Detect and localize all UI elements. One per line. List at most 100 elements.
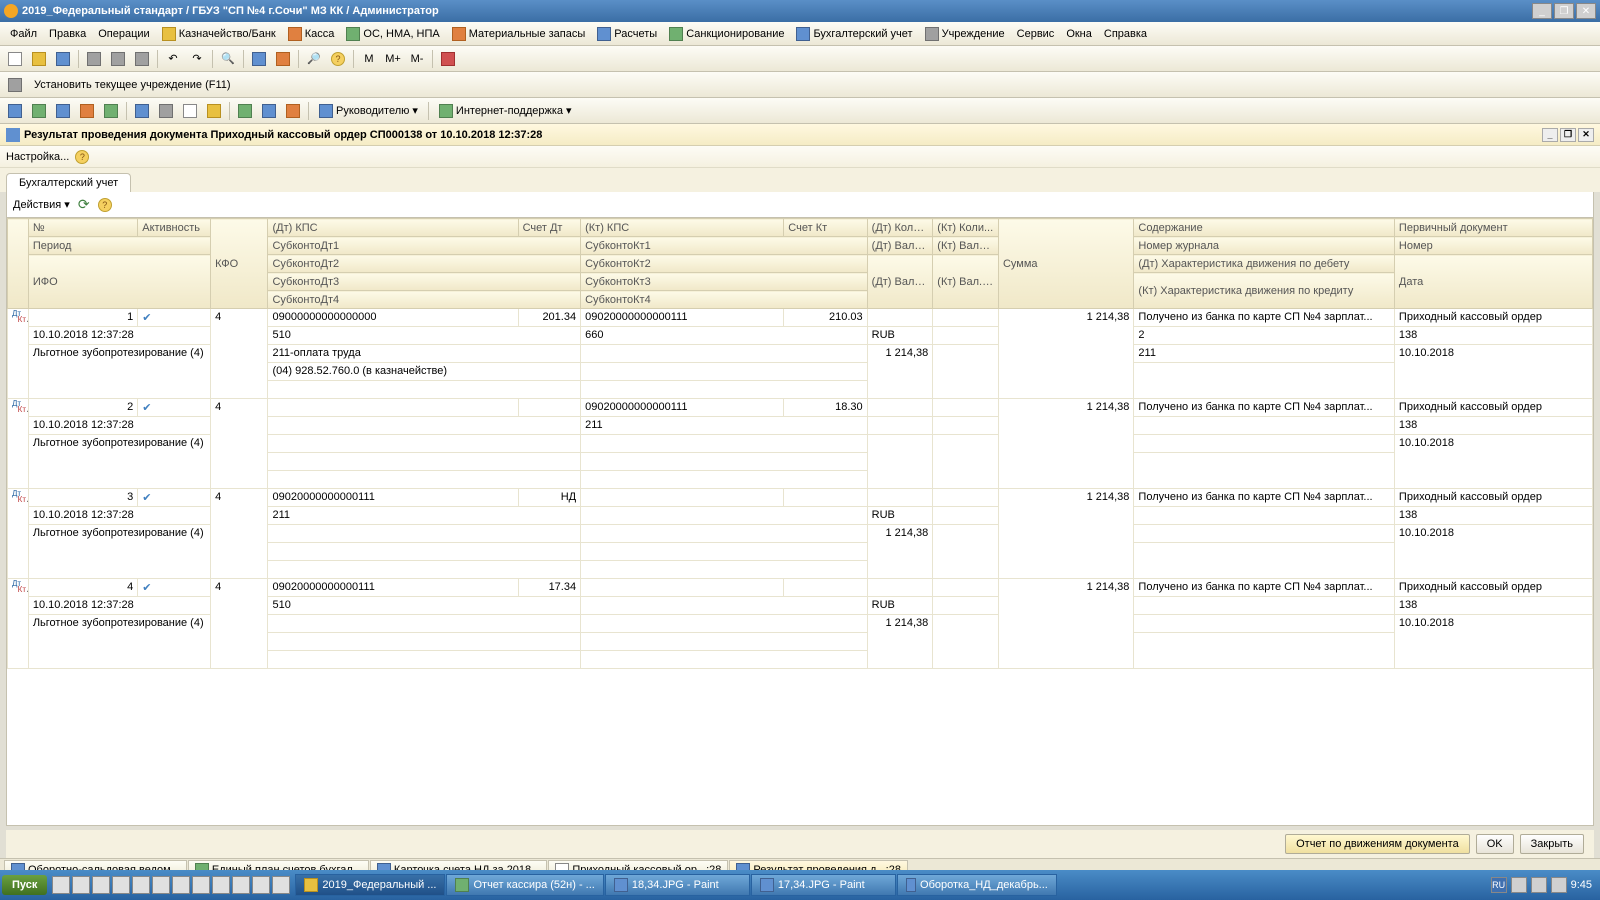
menu-sanction[interactable]: Санкционирование: [663, 25, 790, 43]
cell[interactable]: 2: [28, 399, 137, 417]
tb-r8[interactable]: [179, 100, 201, 122]
ql-2[interactable]: [72, 876, 90, 894]
cell[interactable]: 4: [211, 579, 268, 669]
cell[interactable]: 10.10.2018 12:37:28: [28, 327, 210, 345]
cell[interactable]: [581, 561, 868, 579]
tb-zoom[interactable]: 🔎: [303, 48, 325, 70]
cell[interactable]: 138: [1394, 327, 1592, 345]
cell[interactable]: 1 214,38: [867, 525, 933, 579]
cell[interactable]: [933, 345, 999, 399]
menu-file[interactable]: Файл: [4, 26, 43, 42]
hdr-subdt1[interactable]: СубконтоДт1: [268, 237, 581, 255]
tb-calc[interactable]: [248, 48, 270, 70]
tb-r7[interactable]: [155, 100, 177, 122]
cell[interactable]: Льготное зубопротезирование (4): [28, 345, 210, 399]
start-button[interactable]: Пуск: [2, 875, 47, 895]
hdr-charkt[interactable]: (Кт) Характеристика движения по кредиту: [1134, 273, 1395, 309]
cell[interactable]: 09000000000000000: [268, 309, 518, 327]
menu-operations[interactable]: Операции: [92, 26, 155, 42]
tb-redo[interactable]: ↷: [186, 48, 208, 70]
cell[interactable]: [1134, 633, 1395, 669]
cell[interactable]: [268, 435, 581, 453]
cell[interactable]: [933, 435, 999, 489]
ql-8[interactable]: [192, 876, 210, 894]
hdr-subkt4[interactable]: СубконтоКт4: [581, 291, 868, 309]
tb-help[interactable]: ?: [327, 48, 349, 70]
hdr-kfo[interactable]: КФО: [211, 219, 268, 309]
tb-undo[interactable]: ↶: [162, 48, 184, 70]
cell[interactable]: [268, 399, 518, 417]
close-button[interactable]: ✕: [1576, 3, 1596, 19]
menu-os[interactable]: ОС, НМА, НПА: [340, 25, 445, 43]
cell[interactable]: 4: [211, 309, 268, 399]
cell[interactable]: 10.10.2018: [1394, 435, 1592, 489]
refresh-icon[interactable]: ⟳: [76, 198, 92, 212]
cell[interactable]: Льготное зубопротезирование (4): [28, 525, 210, 579]
cell[interactable]: [933, 597, 999, 615]
cell[interactable]: [1134, 363, 1395, 399]
cell[interactable]: [268, 453, 581, 471]
cell[interactable]: [933, 579, 999, 597]
cell[interactable]: [933, 507, 999, 525]
cell[interactable]: 1 214,38: [998, 309, 1133, 399]
cell[interactable]: [581, 651, 868, 669]
cell[interactable]: (04) 928.52.760.0 (в казначействе): [268, 363, 581, 381]
tb-r3[interactable]: [52, 100, 74, 122]
menu-treasury[interactable]: Казначейство/Банк: [156, 25, 282, 43]
cell[interactable]: 4: [28, 579, 137, 597]
ql-ie[interactable]: [52, 876, 70, 894]
cell[interactable]: Получено из банка по карте СП №4 зарплат…: [1134, 309, 1395, 327]
cell[interactable]: 10.10.2018: [1394, 615, 1592, 669]
hdr-ktvalsum[interactable]: (Кт) Вал. сумма: [933, 255, 999, 309]
hdr-schetdt[interactable]: Счет Дт: [518, 219, 581, 237]
tray-2[interactable]: [1531, 877, 1547, 893]
tb-r11[interactable]: [258, 100, 280, 122]
cell[interactable]: [867, 417, 933, 435]
cell[interactable]: RUB: [867, 327, 933, 345]
cell[interactable]: 10.10.2018 12:37:28: [28, 507, 210, 525]
cell[interactable]: [1134, 417, 1395, 435]
cell[interactable]: ✔: [138, 309, 211, 327]
cell[interactable]: 211: [1134, 345, 1395, 363]
cell[interactable]: [8, 489, 29, 579]
cell[interactable]: 1 214,38: [998, 489, 1133, 579]
cell[interactable]: [268, 417, 581, 435]
tb-copy[interactable]: [107, 48, 129, 70]
cell[interactable]: [933, 525, 999, 579]
cell[interactable]: Приходный кассовый ордер: [1394, 309, 1592, 327]
cell[interactable]: Получено из банка по карте СП №4 зарплат…: [1134, 579, 1395, 597]
tray-lang[interactable]: RU: [1491, 877, 1507, 893]
hdr-nomer[interactable]: Номер: [1394, 237, 1592, 255]
ql-10[interactable]: [232, 876, 250, 894]
cell[interactable]: 17.34: [518, 579, 581, 597]
set-institution[interactable]: Установить текущее учреждение (F11): [28, 77, 237, 93]
tb-new[interactable]: [4, 48, 26, 70]
cell[interactable]: [581, 345, 868, 363]
cell[interactable]: 1: [28, 309, 137, 327]
cell[interactable]: [581, 615, 868, 633]
task-0[interactable]: 2019_Федеральный ...: [295, 874, 445, 896]
cell[interactable]: Получено из банка по карте СП №4 зарплат…: [1134, 489, 1395, 507]
tb-r12[interactable]: [282, 100, 304, 122]
menu-calc[interactable]: Расчеты: [591, 25, 663, 43]
cell[interactable]: 10.10.2018 12:37:28: [28, 597, 210, 615]
tb-r9[interactable]: [203, 100, 225, 122]
cell[interactable]: [268, 381, 581, 399]
cell[interactable]: [1134, 525, 1395, 543]
tray-1[interactable]: [1511, 877, 1527, 893]
hdr-subkt1[interactable]: СубконтоКт1: [581, 237, 868, 255]
cell[interactable]: 09020000000000111: [268, 579, 518, 597]
cell[interactable]: [581, 507, 868, 525]
cell[interactable]: [933, 327, 999, 345]
hdr-dtkol[interactable]: (Дт) Коли...: [867, 219, 933, 237]
cell[interactable]: Льготное зубопротезирование (4): [28, 435, 210, 489]
cell[interactable]: 510: [268, 327, 581, 345]
cell[interactable]: [784, 579, 867, 597]
tb-cut[interactable]: [83, 48, 105, 70]
cell[interactable]: [268, 651, 581, 669]
tb-calendar[interactable]: [272, 48, 294, 70]
cell[interactable]: [581, 381, 868, 399]
report-button[interactable]: Отчет по движениям документа: [1285, 834, 1470, 854]
settings-link[interactable]: Настройка...: [6, 151, 69, 163]
cell[interactable]: 138: [1394, 417, 1592, 435]
